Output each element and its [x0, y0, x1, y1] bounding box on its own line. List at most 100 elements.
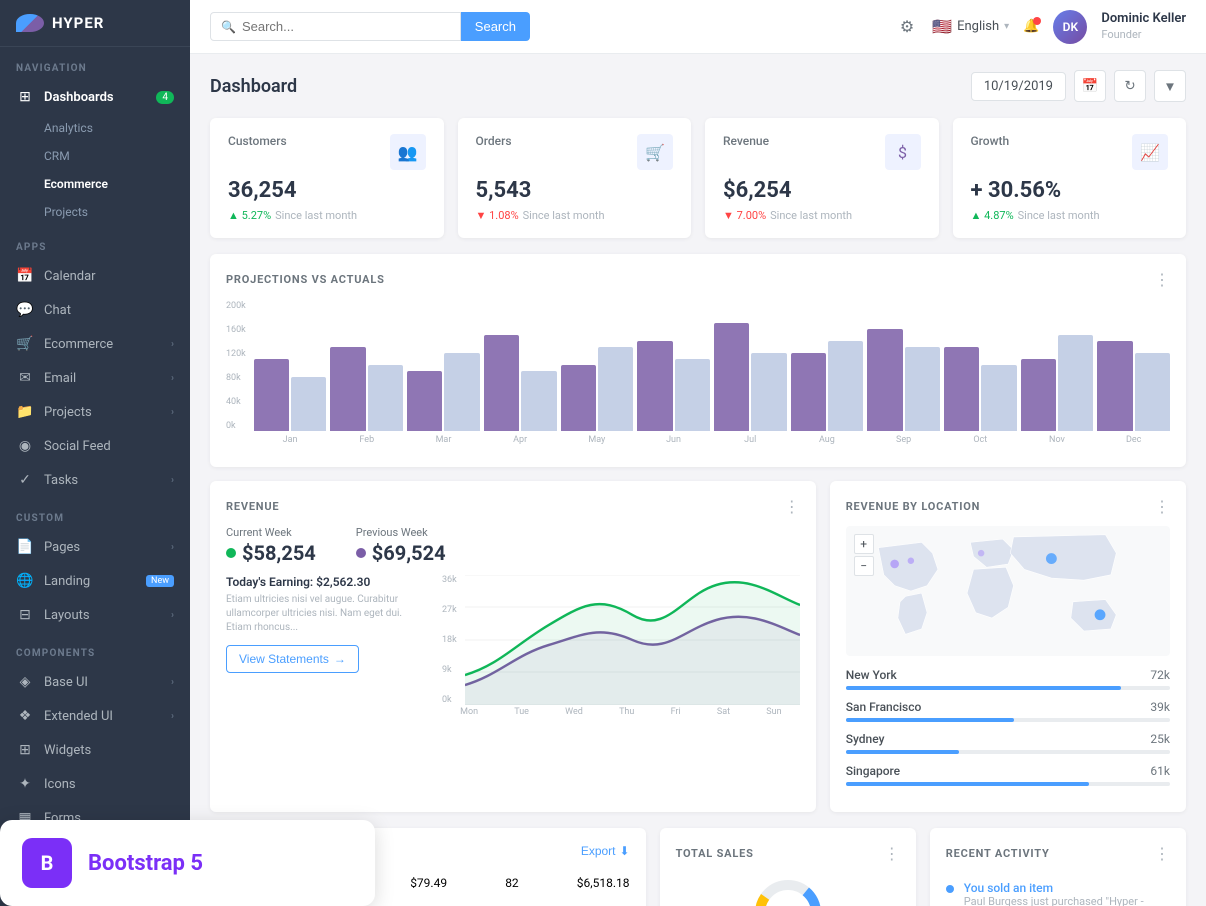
sidebar-item-layouts[interactable]: ⊟ Layouts ›: [0, 598, 190, 632]
content-area: Dashboard 10/19/2019 📅 ↻ ▼ Customers 👥 3…: [190, 54, 1206, 906]
map-zoom-out[interactable]: −: [854, 556, 874, 576]
tasks-arrow: ›: [171, 475, 174, 486]
sidebar-subitem-projects[interactable]: Projects: [0, 198, 190, 226]
customers-icon: 👥: [390, 134, 426, 170]
revenue-value: $6,254: [723, 178, 921, 203]
bar-actual: [714, 323, 749, 431]
orders-value: 5,543: [476, 178, 674, 203]
revenue-card-title: REVENUE: [226, 500, 279, 513]
settings-button[interactable]: ⚙: [896, 13, 918, 41]
location-bar-track: [846, 686, 1170, 690]
sidebar-item-dashboards[interactable]: ⊞ Dashboards 4: [0, 80, 190, 114]
bar-group: [484, 335, 557, 431]
growth-change: ▲ 4.87% Since last month: [971, 209, 1169, 222]
sidebar-item-tasks[interactable]: ✓ Tasks ›: [0, 463, 190, 497]
sidebar-subitem-analytics[interactable]: Analytics: [0, 114, 190, 142]
sidebar-item-base-ui[interactable]: ◈ Base UI ›: [0, 665, 190, 699]
activity-text: You sold an item Paul Burgess just purch…: [964, 881, 1170, 906]
bar-month-label: Oct: [944, 435, 1017, 445]
total-sales-more-icon[interactable]: ⋮: [884, 844, 900, 863]
header-actions: ⚙ 🇺🇸 English ▾ 🔔 DK Dominic Keller Found…: [896, 10, 1186, 44]
view-statements-button[interactable]: View Statements →: [226, 645, 359, 673]
sidebar-item-extended-ui[interactable]: ❖ Extended UI ›: [0, 699, 190, 733]
extended-ui-icon: ❖: [16, 708, 34, 724]
sidebar-subitem-ecommerce[interactable]: Ecommerce: [0, 170, 190, 198]
layouts-arrow: ›: [171, 610, 174, 621]
search-input[interactable]: [242, 19, 450, 34]
revenue-more-icon[interactable]: ⋮: [784, 497, 800, 516]
ecommerce-icon: 🛒: [16, 336, 34, 352]
location-bar-fill: [846, 782, 1089, 786]
refresh-btn[interactable]: ↻: [1114, 70, 1146, 102]
sidebar-item-widgets[interactable]: ⊞ Widgets: [0, 733, 190, 767]
stat-card-revenue: Revenue $ $6,254 ▼ 7.00% Since last mont…: [705, 118, 939, 238]
activity-sub: Paul Burgess just purchased "Hyper - Adm…: [964, 895, 1170, 906]
revenue-weeks: Current Week $58,254 Previous Week $69,5…: [226, 526, 800, 565]
date-picker[interactable]: 10/19/2019: [971, 72, 1066, 101]
notification-button[interactable]: 🔔: [1023, 19, 1039, 34]
bar-group: [1021, 335, 1094, 431]
map-zoom-controls: + −: [854, 534, 874, 576]
bar-month-label: Dec: [1097, 435, 1170, 445]
search-icon: 🔍: [221, 20, 236, 34]
pages-arrow: ›: [171, 542, 174, 553]
location-value: 61k: [1150, 764, 1170, 778]
search-button[interactable]: Search: [461, 12, 530, 41]
language-selector[interactable]: 🇺🇸 English ▾: [932, 17, 1009, 36]
current-week: Current Week $58,254: [226, 526, 316, 565]
customers-label: Customers: [228, 134, 287, 148]
line-y-axis: 36k 27k 18k 9k 0k: [442, 575, 461, 705]
sidebar-item-pages[interactable]: 📄 Pages ›: [0, 530, 190, 564]
bar-group: [561, 347, 634, 431]
location-bar-track: [846, 718, 1170, 722]
bar-month-label: May: [561, 435, 634, 445]
filter-btn[interactable]: ▼: [1154, 70, 1186, 102]
location-title: REVENUE BY LOCATION: [846, 500, 981, 513]
sidebar-item-email[interactable]: ✉ Email ›: [0, 361, 190, 395]
export-button[interactable]: Export ⬇: [581, 844, 630, 858]
stat-card-orders: Orders 🛒 5,543 ▼ 1.08% Since last month: [458, 118, 692, 238]
bar-actual: [561, 365, 596, 431]
sidebar-item-social-feed[interactable]: ◉ Social Feed: [0, 429, 190, 463]
user-info: Dominic Keller Founder: [1101, 11, 1186, 42]
stat-card-growth: Growth 📈 + 30.56% ▲ 4.87% Since last mon…: [953, 118, 1187, 238]
bootstrap-text: Bootstrap 5: [88, 851, 190, 876]
page-title: Dashboard: [210, 76, 297, 97]
sidebar-item-label-dashboards: Dashboards: [44, 90, 114, 105]
sidebar-item-landing[interactable]: 🌐 Landing New: [0, 564, 190, 598]
sidebar-item-ecommerce2[interactable]: 🛒 Ecommerce ›: [0, 327, 190, 361]
bar-group: [1097, 341, 1170, 431]
location-bar-item: San Francisco 39k: [846, 700, 1170, 722]
export-icon: ⬇: [620, 844, 630, 858]
bar-projected: [675, 359, 710, 431]
sidebar-item-icons[interactable]: ✦ Icons: [0, 767, 190, 801]
projections-section: PROJECTIONS VS ACTUALS ⋮ 200k 160k 120k …: [210, 254, 1186, 467]
bar-projected: [521, 371, 556, 431]
pages-icon: 📄: [16, 539, 34, 555]
apps-section-label: APPS: [0, 226, 190, 259]
projections-more-icon[interactable]: ⋮: [1154, 270, 1170, 289]
location-more-icon[interactable]: ⋮: [1154, 497, 1170, 516]
donut-svg: 10.8%: [748, 873, 828, 906]
calendar-btn[interactable]: 📅: [1074, 70, 1106, 102]
bar-group: [867, 329, 940, 431]
activity-more-icon[interactable]: ⋮: [1154, 844, 1170, 863]
bar-group: [407, 353, 480, 431]
sidebar-item-projects2[interactable]: 📁 Projects ›: [0, 395, 190, 429]
current-week-dot: [226, 548, 236, 558]
bar-group: [637, 341, 710, 431]
map-zoom-in[interactable]: +: [854, 534, 874, 554]
base-ui-arrow: ›: [171, 677, 174, 688]
world-map-svg: [846, 526, 1170, 656]
sidebar-item-chat[interactable]: 💬 Chat: [0, 293, 190, 327]
bootstrap-overlay: B Bootstrap 5: [0, 820, 190, 906]
sidebar-item-calendar[interactable]: 📅 Calendar: [0, 259, 190, 293]
previous-week-dot: [356, 548, 366, 558]
growth-label: Growth: [971, 134, 1010, 148]
sidebar-subitem-crm[interactable]: CRM: [0, 142, 190, 170]
line-chart-area: 36k 27k 18k 9k 0k: [442, 575, 800, 717]
bar-projected: [368, 365, 403, 431]
bar-group: [944, 347, 1017, 431]
growth-value: + 30.56%: [971, 178, 1169, 203]
recent-activity-card: RECENT ACTIVITY ⋮ You sold an item Paul …: [930, 828, 1186, 906]
